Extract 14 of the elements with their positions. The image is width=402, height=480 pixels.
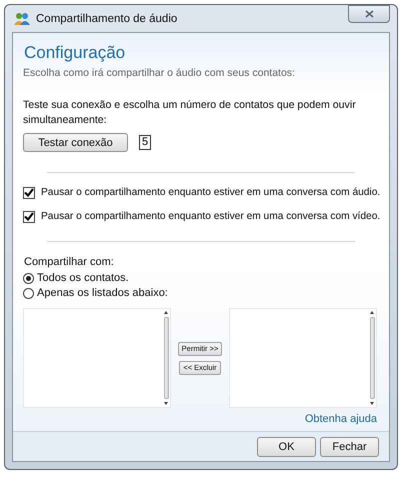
checkbox-label: Pausar o compartilhamento enquanto estiver em uma conversa com vídeo. — [41, 210, 380, 224]
checkbox-label: Pausar o compartilhamento enquanto estiver em uma conversa com áudio. — [41, 186, 380, 200]
contact-count-field[interactable]: 5 — [139, 135, 152, 150]
help-link[interactable]: Obtenha ajuda — [304, 413, 377, 425]
instruction-text: Teste sua conexão e escolha um número de contatos que podem ouvir simultaneamente: — [23, 98, 357, 128]
share-label: Compartilhar com: — [24, 255, 115, 270]
close-dialog-button[interactable]: Fechar — [320, 436, 379, 456]
subtitle: Escolha como irá compartilhar o áudio com seus contatos: — [23, 67, 296, 79]
ok-button[interactable]: OK — [257, 436, 316, 456]
radio-label: Todos os contatos. — [37, 271, 129, 286]
window-title: Compartilhamento de áudio — [36, 12, 178, 24]
radio-label: Apenas os listados abaixo: — [37, 286, 168, 301]
test-connection-button[interactable]: Testar conexão — [23, 133, 128, 152]
page-heading: Configuração — [24, 43, 126, 63]
